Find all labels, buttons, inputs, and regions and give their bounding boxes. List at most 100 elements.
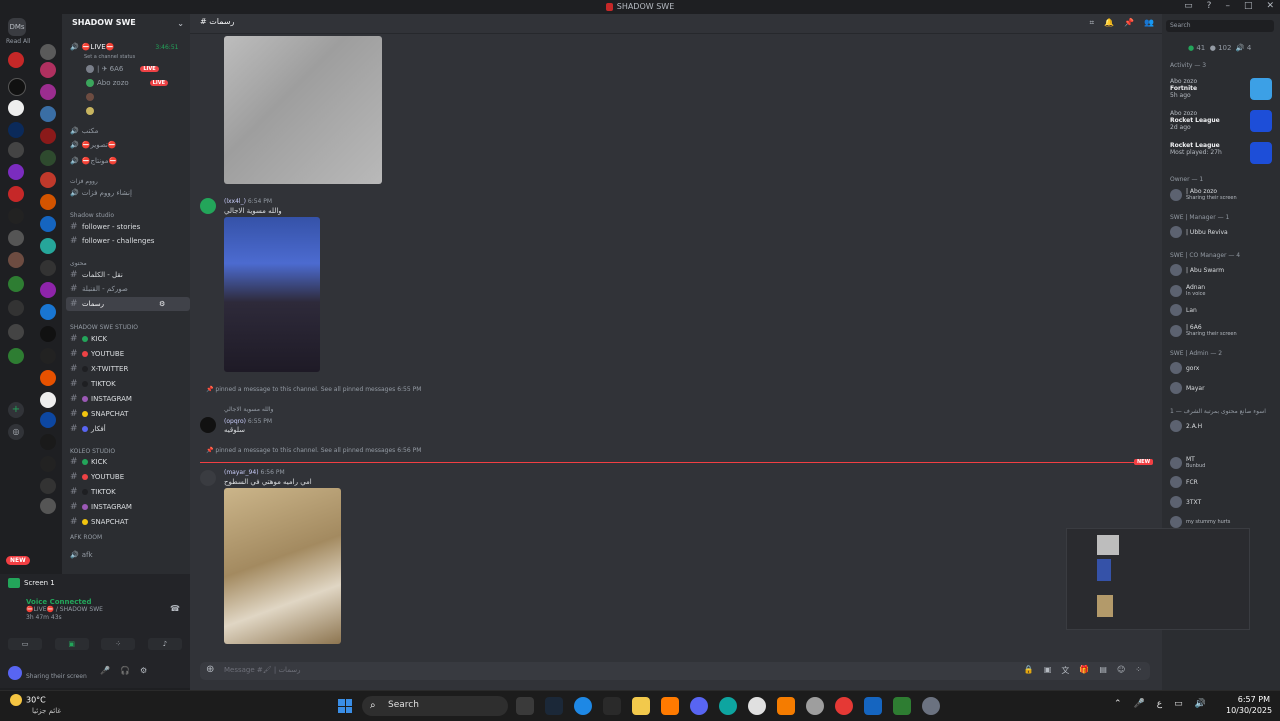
server-icon[interactable] bbox=[40, 150, 56, 166]
gear-icon[interactable]: ⚙ bbox=[159, 300, 165, 308]
mic-icon[interactable]: 🎤 bbox=[1134, 699, 1145, 709]
create-room-channel[interactable]: 🔊 إنشاء رووم فزات bbox=[70, 186, 132, 200]
discover-icon[interactable]: ◎ bbox=[8, 424, 24, 440]
weather-widget[interactable]: 30°C غائم جزئيا bbox=[10, 694, 61, 715]
text-channel[interactable]: # SNAPCHAT bbox=[70, 407, 128, 421]
taskbar-clock[interactable]: 6:57 PM 10/30/2025 bbox=[1226, 694, 1272, 716]
server-icon[interactable] bbox=[40, 348, 56, 364]
voice-channel[interactable]: 🔊 مكتب bbox=[70, 124, 98, 138]
text-channel[interactable]: # INSTAGRAM bbox=[70, 500, 132, 514]
minimize-icon[interactable]: – bbox=[1225, 1, 1230, 11]
direct-messages-button[interactable]: DMs bbox=[8, 18, 26, 36]
text-channel[interactable]: # نقل - الكلمات bbox=[70, 268, 123, 282]
avatar[interactable] bbox=[200, 417, 216, 433]
server-icon[interactable] bbox=[8, 142, 24, 158]
text-channel-active[interactable]: # رسمات ⚙ bbox=[66, 297, 190, 311]
server-icon[interactable] bbox=[40, 62, 56, 78]
voice-channel[interactable]: 🔊 ⛔مونتاج⛔ bbox=[70, 154, 117, 168]
close-icon[interactable]: ✕ bbox=[1266, 1, 1274, 11]
server-icon[interactable] bbox=[40, 434, 56, 450]
server-icon[interactable] bbox=[8, 276, 24, 292]
text-channel[interactable]: # KICK bbox=[70, 332, 107, 346]
member-row[interactable]: 3TXT bbox=[1170, 496, 1201, 508]
category-afk[interactable]: AFK ROOM bbox=[70, 530, 102, 544]
server-icon[interactable] bbox=[40, 216, 56, 232]
server-icon[interactable] bbox=[40, 326, 56, 342]
server-icon[interactable] bbox=[8, 324, 24, 340]
server-icon[interactable] bbox=[40, 84, 56, 100]
server-icon[interactable] bbox=[40, 260, 56, 276]
member-row[interactable]: MT Bunbud bbox=[1170, 456, 1205, 469]
server-icon[interactable] bbox=[40, 282, 56, 298]
voice-user[interactable] bbox=[86, 104, 94, 118]
network-icon[interactable]: ▭ bbox=[1174, 699, 1183, 709]
sticker-icon[interactable]: ▤ bbox=[1099, 665, 1107, 676]
server-icon[interactable] bbox=[8, 230, 24, 246]
member-row[interactable]: Lan bbox=[1170, 304, 1197, 316]
activity-item[interactable]: Abo zozo Fortnite 5h ago bbox=[1170, 78, 1197, 99]
help-icon[interactable]: ? bbox=[1207, 1, 1212, 11]
gift-icon[interactable]: 🎁 bbox=[1079, 665, 1089, 676]
settings-icon[interactable] bbox=[922, 697, 940, 715]
search-input[interactable]: Search bbox=[1166, 20, 1274, 32]
server-icon[interactable] bbox=[40, 194, 56, 210]
activity-item[interactable]: Abo zozo Rocket League 2d ago bbox=[1170, 110, 1220, 131]
server-icon[interactable] bbox=[8, 78, 26, 96]
text-channel[interactable]: # صوركم - القنبلة bbox=[70, 282, 128, 296]
pin-icon[interactable]: 📌 bbox=[1124, 18, 1134, 28]
member-list-icon[interactable]: 👥 bbox=[1144, 18, 1154, 28]
image-attachment-canvas[interactable] bbox=[224, 488, 341, 644]
emoji-icon[interactable]: ☺ bbox=[1117, 665, 1125, 676]
volume-icon[interactable]: 🔊 bbox=[1195, 699, 1206, 709]
camera-button[interactable]: ▭ bbox=[8, 638, 42, 650]
server-icon[interactable] bbox=[40, 456, 56, 472]
message-input[interactable]: Message #🖌 | رسمات bbox=[224, 666, 300, 674]
language-indicator[interactable]: ع bbox=[1157, 699, 1162, 709]
member-row[interactable]: 2.A.H bbox=[1170, 420, 1202, 432]
text-channel[interactable]: # follower - stories bbox=[70, 220, 140, 234]
voice-channel-afk[interactable]: 🔊 afk bbox=[70, 548, 93, 562]
tray-chevron-icon[interactable]: ⌃ bbox=[1114, 699, 1122, 709]
text-channel[interactable]: # YOUTUBE bbox=[70, 470, 124, 484]
server-icon[interactable] bbox=[40, 392, 56, 408]
settings-gear-icon[interactable]: ⚙ bbox=[140, 666, 147, 675]
server-icon[interactable] bbox=[8, 252, 24, 268]
steam-icon[interactable] bbox=[545, 697, 563, 715]
gif-icon[interactable]: ▣ bbox=[1044, 665, 1052, 676]
voice-connected-label[interactable]: Voice Connected bbox=[26, 598, 92, 606]
message-composer[interactable]: ⊕ Message #🖌 | رسمات 🔒 ▣ 文 🎁 ▤ ☺ ⁘ bbox=[200, 662, 1150, 680]
activities-button[interactable]: ⁘ bbox=[101, 638, 136, 650]
server-icon[interactable] bbox=[40, 478, 56, 494]
voice-user[interactable]: | ✈ 6A6 LIVE bbox=[86, 62, 159, 76]
image-attachment-photo[interactable] bbox=[224, 217, 320, 372]
text-channel[interactable]: # أفكار bbox=[70, 422, 106, 436]
text-channel[interactable]: # YOUTUBE bbox=[70, 347, 124, 361]
app-icon[interactable] bbox=[864, 697, 882, 715]
member-row[interactable]: | Abo zozo Sharing their screen bbox=[1170, 188, 1237, 201]
text-channel[interactable]: # TIKTOK bbox=[70, 485, 116, 499]
lock-icon[interactable]: 🔒 bbox=[1024, 665, 1034, 676]
server-icon[interactable] bbox=[8, 164, 24, 180]
server-header[interactable]: SHADOW SWE ⌄ bbox=[62, 14, 190, 36]
server-icon[interactable] bbox=[40, 44, 56, 60]
app-icon[interactable] bbox=[748, 697, 766, 715]
apps-icon[interactable]: ⁘ bbox=[1135, 665, 1142, 676]
activity-item[interactable]: Rocket League Most played: 27h bbox=[1170, 142, 1222, 156]
threads-icon[interactable]: ⌗ bbox=[1090, 18, 1095, 28]
server-icon[interactable] bbox=[8, 208, 24, 224]
voice-channel[interactable]: 🔊 ⛔تصوير⛔ bbox=[70, 138, 117, 152]
voice-user[interactable] bbox=[86, 90, 94, 104]
chrome-icon[interactable] bbox=[835, 697, 853, 715]
server-icon[interactable] bbox=[40, 498, 56, 514]
server-icon[interactable] bbox=[40, 370, 56, 386]
server-icon[interactable] bbox=[8, 348, 24, 364]
image-attachment-sketch[interactable] bbox=[224, 36, 382, 184]
server-icon[interactable] bbox=[40, 304, 56, 320]
file-explorer-icon[interactable] bbox=[632, 697, 650, 715]
maximize-icon[interactable]: □ bbox=[1244, 1, 1253, 11]
start-button[interactable] bbox=[338, 699, 352, 713]
avatar[interactable] bbox=[8, 666, 22, 680]
server-icon[interactable] bbox=[8, 122, 24, 138]
text-channel[interactable]: # INSTAGRAM bbox=[70, 392, 132, 406]
member-row[interactable]: Mayar bbox=[1170, 382, 1205, 394]
